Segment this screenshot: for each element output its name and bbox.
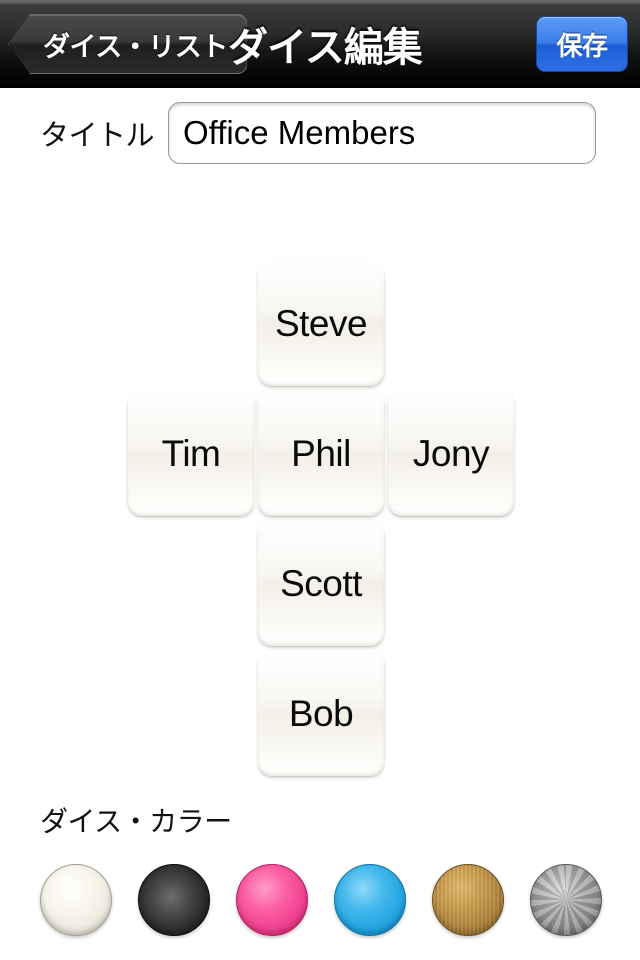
dice-cell-back: Bob <box>256 648 386 778</box>
dice-edit-screen: ダイス・リスト ダイス編集 保存 タイトル Steve Tim Phil <box>0 0 640 960</box>
page-title: ダイス編集 <box>228 26 423 70</box>
color-swatch-pink[interactable] <box>236 864 308 936</box>
dice-net-grid: Steve Tim Phil Jony Scott Bob <box>126 258 516 778</box>
die-face-bottom[interactable]: Scott <box>258 520 384 646</box>
dice-cell-empty <box>126 518 256 648</box>
die-face-right[interactable]: Jony <box>388 390 514 516</box>
die-face-back[interactable]: Bob <box>258 650 384 776</box>
title-input[interactable] <box>168 102 597 164</box>
dice-color-swatch-row <box>0 864 640 936</box>
dice-color-label: ダイス・カラー <box>40 806 232 837</box>
die-face-label: Steve <box>274 302 368 344</box>
save-button-label: 保存 <box>556 30 608 61</box>
color-swatch-blue[interactable] <box>334 864 406 936</box>
dice-cell-bottom: Scott <box>256 518 386 648</box>
die-face-front[interactable]: Phil <box>258 390 384 516</box>
save-button[interactable]: 保存 <box>536 16 628 72</box>
dice-cell-right: Jony <box>386 388 516 518</box>
die-face-label: Bob <box>288 692 354 734</box>
dice-cell-empty <box>386 518 516 648</box>
die-face-label: Jony <box>412 432 490 474</box>
dice-color-section: ダイス・カラー <box>0 800 640 936</box>
die-face-top[interactable]: Steve <box>258 260 384 386</box>
color-swatch-silver[interactable] <box>530 864 602 936</box>
color-swatch-ivory[interactable] <box>40 864 112 936</box>
dice-cell-empty <box>126 258 256 388</box>
navigation-bar: ダイス・リスト ダイス編集 保存 <box>0 0 640 88</box>
die-face-label: Phil <box>291 432 351 474</box>
dice-cell-left: Tim <box>126 388 256 518</box>
die-face-label: Scott <box>280 562 362 604</box>
title-field-row: タイトル <box>0 88 640 178</box>
dice-cell-empty <box>386 258 516 388</box>
die-face-label: Tim <box>161 432 221 474</box>
dice-cell-front: Phil <box>256 388 386 518</box>
back-button-label: ダイス・リスト <box>43 31 228 62</box>
title-field-label: タイトル <box>40 120 155 152</box>
dice-cell-top: Steve <box>256 258 386 388</box>
color-swatch-black[interactable] <box>138 864 210 936</box>
dice-cell-empty <box>386 648 516 778</box>
back-button-dice-list[interactable]: ダイス・リスト <box>8 14 247 74</box>
dice-cell-empty <box>126 648 256 778</box>
die-face-left[interactable]: Tim <box>128 390 254 516</box>
color-swatch-gold[interactable] <box>432 864 504 936</box>
